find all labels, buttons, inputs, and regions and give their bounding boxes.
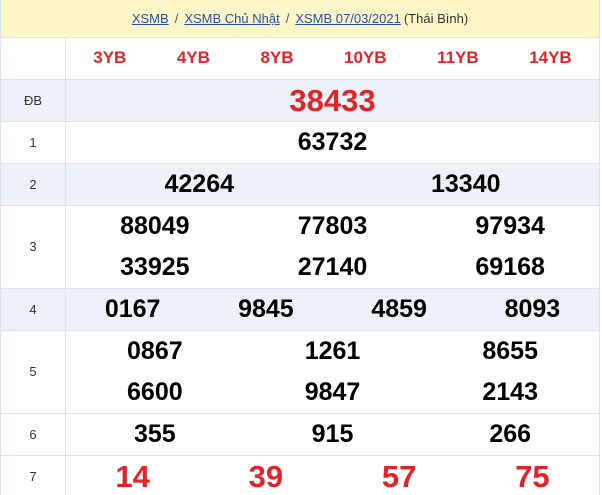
prize-number: 14	[115, 458, 150, 494]
prize-number: 0167	[104, 294, 161, 323]
breadcrumb-link-date[interactable]: XSMB 07/03/2021	[295, 11, 401, 26]
breadcrumb-separator: /	[285, 11, 290, 26]
prize-label: 7	[1, 455, 66, 495]
prize-label: 1	[1, 121, 66, 164]
codes-label-cell	[1, 38, 66, 80]
prize-label: ĐB	[1, 79, 66, 122]
prize-number: 0867	[127, 336, 183, 365]
prize-row-2: 2 42264 13340	[1, 163, 599, 206]
results-panel: XSMB / XSMB Chủ Nhật / XSMB 07/03/2021 (Thái …	[0, 0, 600, 495]
prize-row-7: 7 14 39 57 75	[1, 455, 599, 495]
prize-number: 8655	[482, 336, 538, 365]
breadcrumb-separator: /	[174, 11, 179, 26]
prize-row-3: 3 88049 77803 97934 33925 27140 69168	[1, 205, 599, 289]
prize-number: 33925	[120, 252, 190, 281]
prize-cell: 0167 9845 4859 8093	[65, 288, 599, 331]
results-table: 3YB 4YB 8YB 10YB 11YB 14YB ĐB 38433 1 63…	[1, 38, 599, 495]
breadcrumb: XSMB / XSMB Chủ Nhật / XSMB 07/03/2021 (Thái …	[1, 0, 599, 38]
prize-label: 6	[1, 413, 66, 456]
prize-cell: 88049 77803 97934 33925 27140 69168	[65, 205, 599, 289]
prize-number: 266	[489, 419, 532, 448]
prize-number: 39	[248, 458, 284, 494]
breadcrumb-province: (Thái Bình)	[403, 11, 469, 26]
prize-number: 4859	[371, 294, 427, 323]
prize-number: 8093	[504, 294, 561, 323]
prize-number: 1261	[304, 336, 361, 365]
prize-number: 57	[381, 458, 417, 494]
code-badge: 14YB	[529, 48, 572, 68]
prize-number: 69168	[475, 252, 545, 281]
prize-cell: 38433	[65, 79, 599, 122]
prize-number: 63732	[297, 127, 368, 156]
prize-row-5: 5 0867 1261 8655 6600 9847 2143	[1, 330, 599, 414]
prize-cell: 0867 1261 8655 6600 9847 2143	[65, 330, 599, 414]
prize-number: 355	[133, 419, 176, 448]
prize-number: 97934	[475, 211, 545, 240]
code-badge: 4YB	[176, 48, 210, 68]
breadcrumb-link-weekday[interactable]: XSMB Chủ Nhật	[184, 11, 279, 26]
prize-number: 88049	[120, 211, 190, 240]
prize-number: 77803	[297, 211, 368, 240]
prize-row-1: 1 63732	[1, 121, 599, 164]
codes-row: 3YB 4YB 8YB 10YB 11YB 14YB	[1, 38, 599, 80]
prize-number: 2143	[482, 377, 538, 406]
code-badge: 3YB	[93, 48, 127, 68]
prize-number: 42264	[164, 169, 235, 198]
prize-cell: 14 39 57 75	[65, 455, 599, 495]
codes-cell: 3YB 4YB 8YB 10YB 11YB 14YB	[65, 38, 599, 80]
code-badge: 8YB	[260, 48, 294, 68]
prize-label: 5	[1, 330, 66, 414]
prize-number: 6600	[127, 377, 183, 406]
prize-cell: 355 915 266	[65, 413, 599, 456]
prize-label: 2	[1, 163, 66, 206]
prize-cell: 63732	[65, 121, 599, 164]
special-prize-number: 38433	[289, 82, 376, 118]
prize-row-4: 4 0167 9845 4859 8093	[1, 288, 599, 331]
breadcrumb-link-xsmb[interactable]: XSMB	[132, 11, 169, 26]
prize-label: 3	[1, 205, 66, 289]
code-badge: 10YB	[344, 48, 387, 68]
prize-cell: 42264 13340	[65, 163, 599, 206]
prize-number: 27140	[297, 252, 368, 281]
prize-number: 9845	[238, 294, 294, 323]
prize-number: 9847	[304, 377, 361, 406]
prize-number: 915	[311, 419, 354, 448]
prize-number: 13340	[430, 169, 501, 198]
prize-row-6: 6 355 915 266	[1, 413, 599, 456]
prize-label: 4	[1, 288, 66, 331]
prize-row-special: ĐB 38433	[1, 79, 599, 122]
prize-number: 75	[515, 458, 550, 494]
code-badge: 11YB	[437, 48, 479, 68]
